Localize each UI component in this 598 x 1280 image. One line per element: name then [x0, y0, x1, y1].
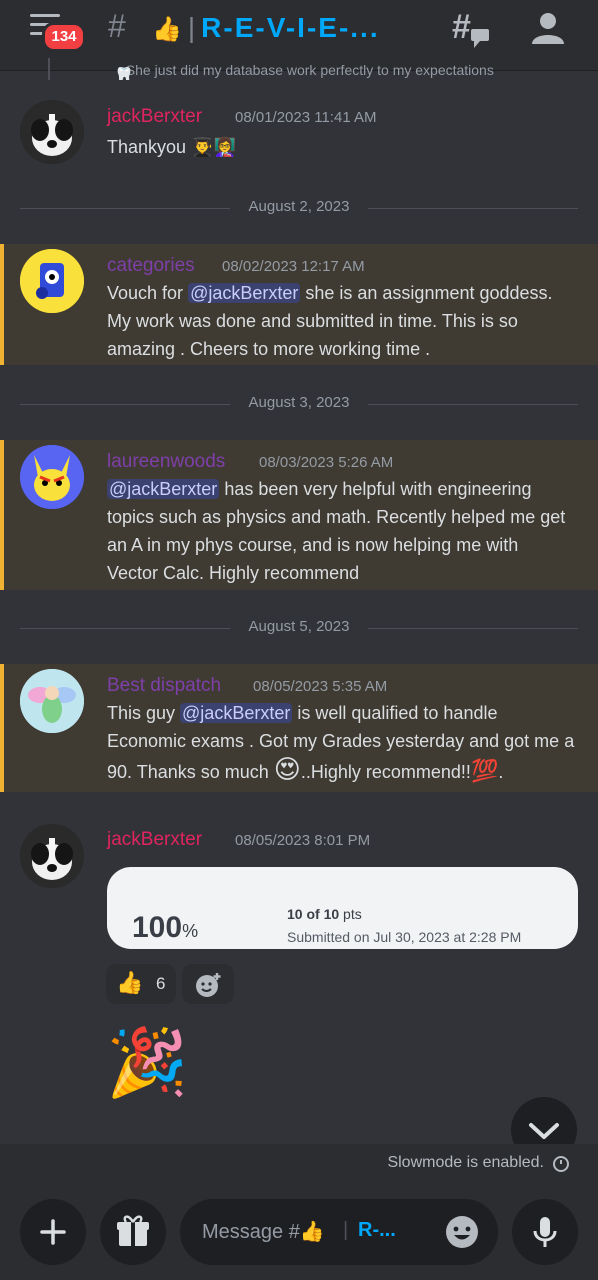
text-segment: Vouch for [107, 283, 189, 303]
hashtag-icon: # [108, 8, 126, 44]
emoji-icon[interactable] [444, 1214, 480, 1250]
slowmode-bar: Slowmode is enabled. [0, 1144, 598, 1184]
avatar[interactable] [20, 669, 84, 733]
gift-icon [117, 1215, 149, 1246]
party-popper-icon: 🎉 [106, 1025, 189, 1099]
reaction-thumbs-up[interactable]: 👍 6 [106, 964, 176, 1004]
voice-message-button[interactable] [512, 1199, 578, 1265]
timestamp: 08/05/2023 5:35 AM [253, 678, 388, 695]
points-text: 10 of 10 pts [287, 906, 362, 922]
message-text: @jackBerxter has been very helpful with … [107, 475, 587, 587]
message-placeholder: Message #👍 [202, 1221, 325, 1243]
timestamp: 08/03/2023 5:26 AM [259, 454, 394, 471]
text-line: topics such as physics and math. Recentl… [107, 507, 566, 527]
avatar[interactable] [20, 824, 84, 888]
timestamp: 08/01/2023 11:41 AM [235, 109, 377, 126]
text-segment: is well qualified to handle [292, 703, 498, 723]
date-divider-label: August 3, 2023 [248, 394, 350, 411]
thumbs-up-icon: 👍 [152, 16, 182, 43]
user-mention[interactable]: @jackBerxter [180, 703, 293, 723]
reply-preview: : She just did my database work perfectl… [48, 58, 598, 80]
date-divider-label: August 2, 2023 [248, 198, 350, 215]
message-text: Thankyou 👨‍🎓👩‍🏫 [107, 133, 236, 161]
text-segment: she is an assignment goddess. [300, 283, 553, 303]
teacher-emoji-icon: 👨‍🎓👩‍🏫 [191, 137, 236, 157]
text-segment: . [498, 762, 504, 782]
add-reaction-button[interactable] [182, 964, 234, 1004]
score-value: 100% [132, 911, 198, 945]
highlight-bar [0, 244, 4, 365]
submitted-text: Submitted on Jul 30, 2023 at 2:28 PM [287, 929, 522, 945]
text-line: amazing . Cheers to more working time . [107, 339, 431, 359]
text-segment: This guy [107, 703, 181, 723]
thumbs-up-icon: 👍 [116, 970, 144, 995]
message-input[interactable]: Message #👍 | R-... [180, 1199, 498, 1265]
threads-icon[interactable]: # [450, 8, 492, 50]
svg-text:#: # [452, 8, 471, 46]
message-text: Vouch for @jackBerxter she is an assignm… [107, 279, 587, 363]
reply-preview-text: : She just did my database work perfectl… [118, 62, 494, 78]
text-line: My work was done and submitted in time. … [107, 311, 518, 331]
date-divider: August 2, 2023 [20, 198, 578, 218]
score-number: 100 [132, 911, 183, 944]
username[interactable]: laureenwoods [107, 451, 225, 473]
text-line: an A in my phys course, and is now helpi… [107, 535, 519, 555]
attachment-image[interactable]: 100% 10 of 10 pts Submitted on Jul 30, 2… [107, 867, 578, 949]
text-line: Economic exams . Got my Grades yesterday… [107, 731, 575, 751]
date-divider: August 3, 2023 [20, 394, 578, 414]
text-segment: ..Highly recommend!! [300, 762, 471, 782]
user-mention[interactable]: @jackBerxter [107, 479, 220, 499]
plus-icon [40, 1219, 66, 1245]
highlight-bar [0, 664, 4, 792]
channel-title[interactable]: 👍 | R-E-V-I-E-... [152, 12, 380, 44]
separator: | [343, 1219, 349, 1241]
microphone-icon [533, 1217, 557, 1247]
score-unit: % [182, 921, 199, 941]
username[interactable]: jackBerxter [107, 106, 202, 128]
text-segment: 90. Thanks so much [107, 762, 274, 782]
reaction-count: 6 [156, 974, 166, 993]
avatar[interactable] [20, 249, 84, 313]
timestamp: 08/02/2023 12:17 AM [222, 258, 365, 275]
avatar[interactable] [20, 100, 84, 164]
text-line: Vector Calc. Highly recommend [107, 563, 360, 583]
username[interactable]: Best dispatch [107, 675, 221, 697]
slowmode-text: Slowmode is enabled. [387, 1154, 544, 1171]
user-mention[interactable]: @jackBerxter [188, 283, 301, 303]
members-icon[interactable] [528, 8, 568, 48]
timestamp: 08/05/2023 8:01 PM [235, 832, 371, 849]
hundred-emoji-icon: 💯 [470, 758, 499, 783]
attach-button[interactable] [20, 1199, 86, 1265]
channel-name: R-E-V-I-E-... [201, 12, 380, 43]
points-unit: pts [339, 906, 362, 922]
username[interactable]: jackBerxter [107, 829, 202, 851]
date-divider-label: August 5, 2023 [248, 618, 350, 635]
unread-badge: 134 [42, 22, 86, 52]
message-text: Thankyou [107, 137, 187, 157]
username[interactable]: categories [107, 255, 195, 277]
date-divider: August 5, 2023 [20, 618, 578, 638]
heart-eyes-emoji-icon: 😍 [273, 754, 301, 784]
gift-button[interactable] [100, 1199, 166, 1265]
timer-icon [553, 1156, 569, 1172]
tooth-icon: 🦷 [114, 68, 134, 80]
add-reaction-icon [196, 973, 221, 997]
avatar[interactable] [20, 445, 84, 509]
channel-suffix: R-... [358, 1219, 396, 1241]
points-value: 10 of 10 [287, 906, 340, 922]
text-segment: has been very helpful with engineering [219, 479, 532, 499]
message-text: This guy @jackBerxter is well qualified … [107, 699, 592, 786]
highlight-bar [0, 440, 4, 590]
